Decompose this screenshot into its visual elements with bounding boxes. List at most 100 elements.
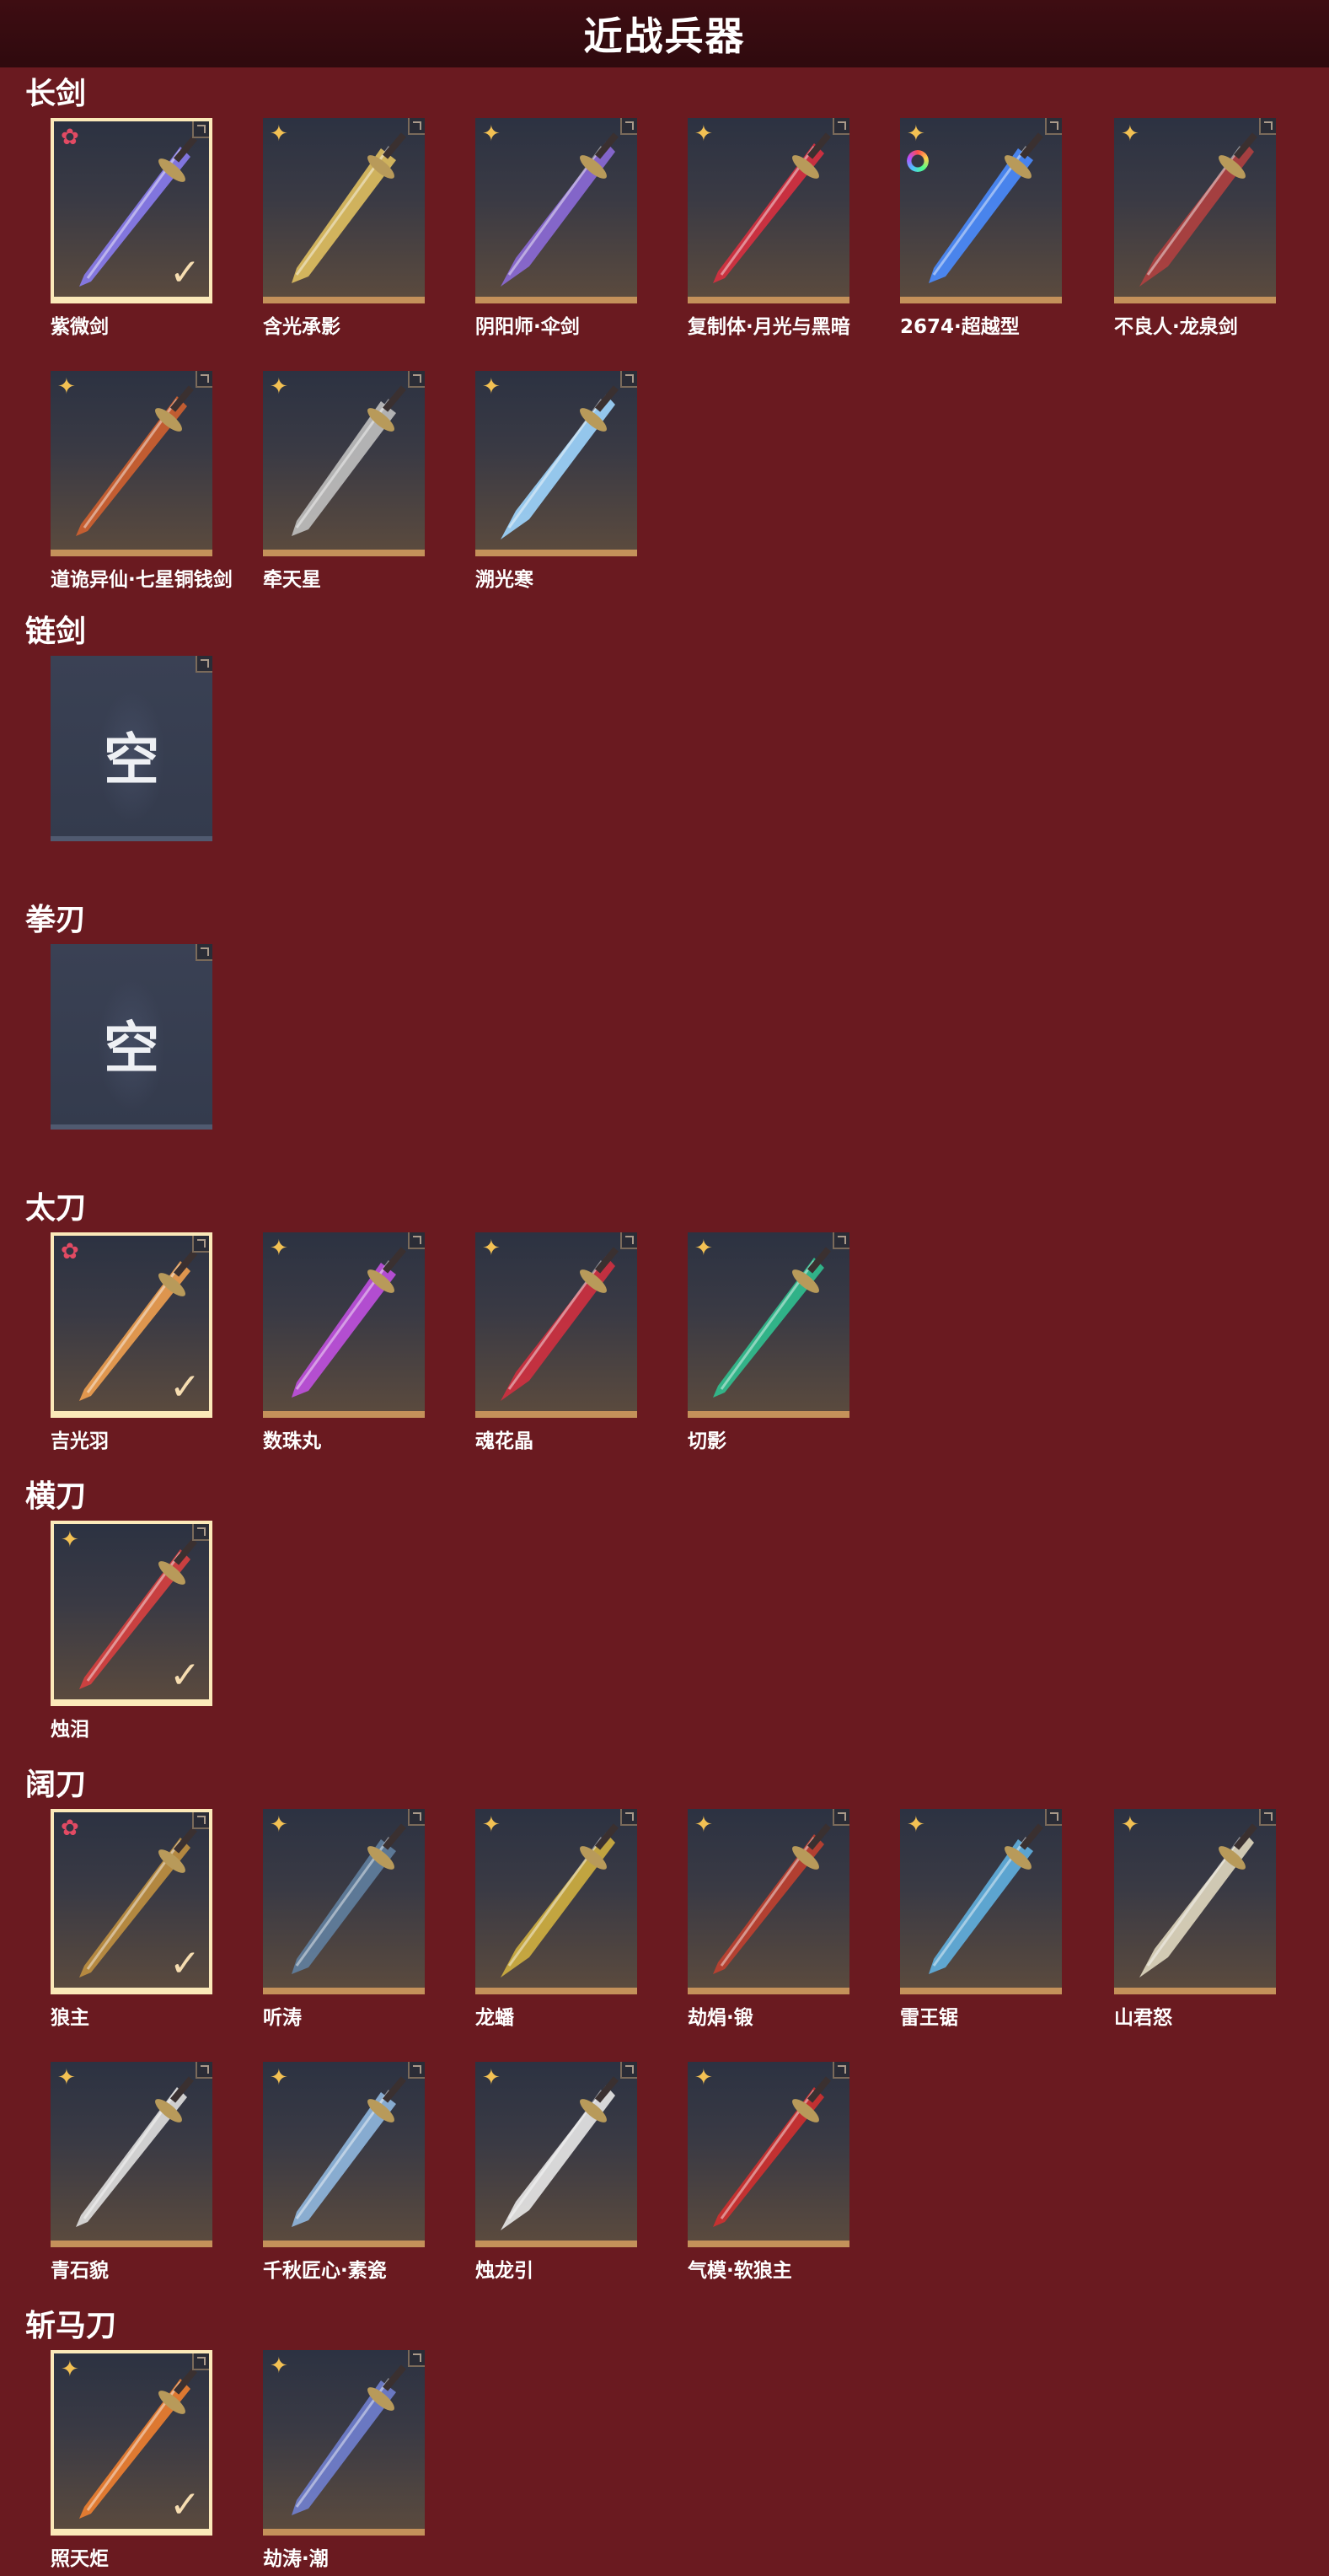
corner-tab-icon (620, 371, 637, 388)
weapon-card[interactable]: ✿ ✓ (51, 1232, 212, 1418)
weapon-card[interactable]: ✦ (475, 1232, 637, 1418)
weapon-name: 烛泪 (51, 1719, 89, 1741)
weapon-card[interactable]: ✦ (263, 118, 425, 303)
corner-tab-icon (196, 2062, 212, 2079)
weapon-card[interactable]: ✦ ✓ (51, 2350, 212, 2536)
rarity-star-icon: ✦ (694, 121, 713, 147)
weapon-name: 千秋匠心·素瓷 (263, 2260, 387, 2282)
corner-tab-icon (833, 1809, 849, 1826)
weapon-card[interactable]: ✦ (263, 2350, 425, 2536)
weapon-item[interactable]: ✿ ✓ 吉光羽 (51, 1232, 212, 1452)
check-icon: ✓ (169, 1654, 201, 1697)
weapon-name: 含光承影 (263, 316, 340, 338)
weapon-item[interactable]: ✿ ✓ 狼主 (51, 1809, 212, 2029)
weapon-name: 魂花晶 (475, 1430, 533, 1452)
weapon-item[interactable]: ✦ 山君怒 (1114, 1809, 1276, 2029)
weapon-item[interactable]: ✦ 阴阳师·伞剑 (475, 118, 637, 338)
rarity-star-icon: ✦ (482, 1236, 501, 1261)
rarity-star-icon: ✦ (1121, 121, 1139, 147)
weapon-card[interactable]: ✦ (688, 118, 849, 303)
weapon-card[interactable]: ✦ (1114, 1809, 1276, 1994)
weapon-item[interactable]: ✦ 烛龙引 (475, 2062, 637, 2282)
weapon-card[interactable]: ✿ ✓ (51, 118, 212, 303)
check-icon: ✓ (169, 251, 201, 294)
weapon-name: 2674·超越型 (900, 316, 1020, 338)
weapon-card[interactable]: ✦ ✓ (51, 1521, 212, 1706)
corner-tab-icon (192, 1236, 209, 1253)
weapon-item[interactable]: ✦ 雷王锯 (900, 1809, 1062, 2029)
weapon-item[interactable]: ✦ ✓ 照天炬 (51, 2350, 212, 2570)
weapon-card[interactable]: ✦ (475, 118, 637, 303)
weapon-card[interactable]: ✦ (263, 1809, 425, 1994)
corner-tab-icon (620, 118, 637, 135)
weapon-item[interactable]: ✦ 数珠丸 (263, 1232, 425, 1452)
corner-tab-icon (196, 944, 212, 961)
rarity-star-icon: ✦ (482, 1812, 501, 1838)
section-title: 横刀 (25, 1479, 87, 1514)
weapon-name: 狼主 (51, 2007, 89, 2029)
weapon-item[interactable]: ✦ 溯光寒 (475, 371, 637, 591)
corner-tab-icon (192, 2353, 209, 2370)
weapon-item[interactable]: ✦ 劫涛·潮 (263, 2350, 425, 2570)
rarity-star-icon: ✦ (907, 1812, 925, 1838)
weapon-item[interactable]: ✦ 气模·软狼主 (688, 2062, 849, 2282)
corner-tab-icon (833, 1232, 849, 1249)
weapon-item[interactable]: ✦ 劫焆·锻 (688, 1809, 849, 2029)
weapon-item[interactable]: ✦ 含光承影 (263, 118, 425, 338)
weapon-item[interactable]: ✦ ✓ 烛泪 (51, 1521, 212, 1741)
weapon-name: 照天炬 (51, 2548, 109, 2570)
corner-tab-icon (196, 656, 212, 673)
weapon-card[interactable]: 空 (51, 656, 212, 841)
empty-slot[interactable]: 空 (51, 656, 212, 875)
weapon-item[interactable]: ✦ 不良人·龙泉剑 (1114, 118, 1276, 338)
weapon-card[interactable]: ✦ (688, 2062, 849, 2247)
rarity-star-icon: ✦ (907, 121, 925, 147)
weapon-item[interactable]: ✦ 道诡异仙·七星铜钱剑 (51, 371, 233, 591)
weapon-item[interactable]: ✦ 2674·超越型 (900, 118, 1062, 338)
weapon-name: 道诡异仙·七星铜钱剑 (51, 569, 233, 591)
weapon-item[interactable]: ✦ 青石貌 (51, 2062, 212, 2282)
weapon-item[interactable]: ✦ 牵天星 (263, 371, 425, 591)
weapon-card[interactable]: ✦ (263, 371, 425, 556)
weapon-item[interactable]: ✿ ✓ 紫微剑 (51, 118, 212, 338)
section-title: 链剑 (25, 614, 87, 649)
weapon-card[interactable]: ✦ (900, 1809, 1062, 1994)
weapon-name: 吉光羽 (51, 1430, 109, 1452)
weapon-card[interactable]: ✦ (688, 1809, 849, 1994)
rarity-star-icon: ✦ (57, 374, 76, 400)
rarity-star-icon: ✦ (694, 2065, 713, 2090)
weapon-item[interactable]: ✦ 魂花晶 (475, 1232, 637, 1452)
corner-tab-icon (192, 1524, 209, 1541)
weapon-card[interactable]: ✦ (475, 2062, 637, 2247)
weapon-card[interactable]: ✦ (263, 1232, 425, 1418)
color-ring-icon (907, 150, 929, 172)
weapon-item[interactable]: ✦ 复制体·月光与黑暗 (688, 118, 850, 338)
weapon-item[interactable]: ✦ 听涛 (263, 1809, 425, 2029)
weapon-name: 复制体·月光与黑暗 (688, 316, 850, 338)
weapon-card[interactable]: ✦ (1114, 118, 1276, 303)
weapon-card[interactable]: 空 (51, 944, 212, 1130)
weapon-card[interactable]: ✿ ✓ (51, 1809, 212, 1994)
weapon-card[interactable]: ✦ (688, 1232, 849, 1418)
rarity-star-icon: ✦ (270, 2353, 288, 2379)
weapon-name: 溯光寒 (475, 569, 533, 591)
weapon-card[interactable]: ✦ (475, 371, 637, 556)
rarity-star-icon: ✿ (61, 1816, 79, 1841)
weapon-name: 劫涛·潮 (263, 2548, 329, 2570)
weapon-item[interactable]: ✦ 龙蟠 (475, 1809, 637, 2029)
empty-slot[interactable]: 空 (51, 944, 212, 1163)
weapon-card[interactable]: ✦ (51, 2062, 212, 2247)
weapon-item[interactable]: ✦ 千秋匠心·素瓷 (263, 2062, 425, 2282)
rarity-star-icon: ✦ (694, 1236, 713, 1261)
weapon-card[interactable]: ✦ (475, 1809, 637, 1994)
corner-tab-icon (620, 1809, 637, 1826)
weapon-card[interactable]: ✦ (51, 371, 212, 556)
corner-tab-icon (833, 2062, 849, 2079)
empty-label: 空 (104, 727, 159, 792)
weapon-item[interactable]: ✦ 切影 (688, 1232, 849, 1452)
section-title: 拳刃 (25, 903, 87, 937)
weapon-card[interactable]: ✦ (263, 2062, 425, 2247)
section-title: 阔刀 (25, 1768, 87, 1802)
weapon-card[interactable]: ✦ (900, 118, 1062, 303)
empty-label: 空 (104, 1016, 159, 1081)
